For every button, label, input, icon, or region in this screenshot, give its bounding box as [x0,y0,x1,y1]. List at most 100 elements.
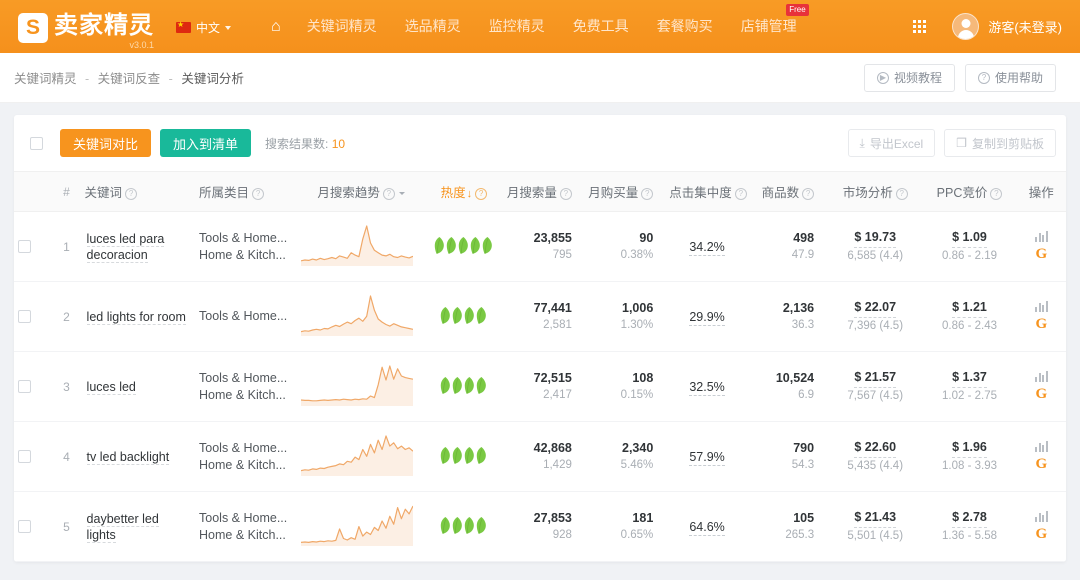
product-count-value: 498 [793,231,815,245]
bar-chart-icon[interactable] [1035,371,1048,382]
th-search-volume[interactable]: 月搜索量? [502,171,584,212]
google-g-icon[interactable]: G [1035,317,1047,332]
click-concentration-value[interactable]: 32.5% [689,379,725,396]
trend-sparkline[interactable] [300,504,414,546]
table-row[interactable]: 2 led lights for room Tools & Home... 77,44… [14,281,1066,352]
select-all-checkbox[interactable] [30,136,43,150]
row-checkbox[interactable] [18,240,31,253]
row-checkbox[interactable] [18,520,31,533]
keyword-compare-button[interactable]: 关键词对比 [60,129,152,157]
category-label[interactable]: Home & Kitch... [199,457,293,474]
th-market-analysis[interactable]: 市场分析? [828,171,923,212]
nav-item-3[interactable]: 免费工具 [559,0,643,53]
breadcrumb-item-1[interactable]: 关键词反查 [98,72,161,86]
ppc-value[interactable]: $ 1.96 [952,439,987,458]
brand-logo[interactable]: S 卖家精灵 v3.0.1 [18,11,154,50]
category-label[interactable]: Tools & Home... [199,370,293,387]
market-price-value[interactable]: $ 22.07 [854,299,897,318]
market-price-value[interactable]: $ 21.43 [854,509,897,528]
row-checkbox[interactable] [18,380,31,393]
table-row[interactable]: 3 luces led Tools & Home... Home & Kitch...… [14,351,1066,422]
google-g-icon[interactable]: G [1035,527,1047,542]
nav-item-4[interactable]: 套餐购买 [643,0,727,53]
ppc-range: 1.02 - 2.75 [942,390,997,402]
ppc-value[interactable]: $ 1.37 [952,369,987,388]
nav-item-2[interactable]: 监控精灵 [475,0,559,53]
help-icon[interactable]: ? [802,187,815,200]
ppc-value[interactable]: $ 2.78 [952,509,987,528]
market-price-value[interactable]: $ 22.60 [854,439,897,458]
trend-sparkline[interactable] [300,434,414,476]
category-label[interactable]: Home & Kitch... [199,247,293,264]
th-category[interactable]: 所属类目? [195,171,297,212]
help-icon[interactable]: ? [734,187,747,200]
help-icon[interactable]: ? [641,187,654,200]
google-g-icon[interactable]: G [1035,247,1047,262]
ppc-value[interactable]: $ 1.21 [952,299,987,318]
th-ppc-bid[interactable]: PPC竞价? [922,171,1017,212]
trend-sparkline[interactable] [300,294,413,336]
category-cell: Tools & Home... Home & Kitch... [195,491,297,562]
export-excel-button[interactable]: ⤓ 导出Excel [847,129,936,157]
keyword-link[interactable]: led lights for room [86,309,186,325]
video-tutorial-button[interactable]: ▶ 视频教程 [863,63,955,92]
nav-item-5[interactable]: 店铺管理 Free [727,0,811,53]
th-trend[interactable]: 月搜索趋势? [296,171,426,212]
help-button[interactable]: ? 使用帮助 [964,63,1056,92]
category-label[interactable]: Tools & Home... [199,440,293,457]
keyword-link[interactable]: tv led backlight [86,449,170,465]
table-row[interactable]: 5 daybetter led lights Tools & Home... Home… [14,491,1066,562]
category-label[interactable]: Home & Kitch... [199,387,293,404]
category-label[interactable]: Home & Kitch... [199,527,293,544]
ppc-value[interactable]: $ 1.09 [952,229,987,248]
table-row[interactable]: 1 luces led para decoracion Tools & Home..… [14,211,1066,282]
category-label[interactable]: Tools & Home... [199,308,293,325]
user-menu[interactable]: 游客(未登录) [952,13,1062,40]
heat-cell [425,351,503,422]
table-row[interactable]: 4 tv led backlight Tools & Home... Home & K… [14,421,1066,492]
bar-chart-icon[interactable] [1035,231,1048,242]
th-keyword[interactable]: 关键词? [82,171,196,212]
language-label: 中文 [196,21,221,35]
chevron-down-icon[interactable] [398,192,405,196]
add-to-list-button[interactable]: 加入到清单 [160,129,252,157]
breadcrumb-item-0[interactable]: 关键词精灵 [14,72,77,86]
help-icon[interactable]: ? [125,187,138,200]
bar-chart-icon[interactable] [1035,511,1048,522]
keyword-link[interactable]: luces led [86,379,136,395]
click-concentration-value[interactable]: 34.2% [689,239,725,256]
th-product-count[interactable]: 商品数? [748,171,829,212]
keyword-link[interactable]: daybetter led lights [86,511,159,543]
google-g-icon[interactable]: G [1035,457,1047,472]
click-concentration-value[interactable]: 29.9% [689,309,725,326]
nav-item-1[interactable]: 选品精灵 [391,0,475,53]
copy-clipboard-button[interactable]: ❒ 复制到剪贴板 [944,129,1056,157]
trend-sparkline[interactable] [300,224,414,266]
category-label[interactable]: Tools & Home... [199,230,293,247]
row-checkbox[interactable] [18,310,31,323]
th-click-concentration[interactable]: 点击集中度? [665,171,749,212]
category-label[interactable]: Tools & Home... [199,510,293,527]
help-icon[interactable]: ? [252,187,265,200]
help-icon[interactable]: ? [382,187,395,200]
bar-chart-icon[interactable] [1035,441,1048,452]
help-icon[interactable]: ? [559,187,572,200]
help-icon[interactable]: ? [475,187,488,200]
row-checkbox[interactable] [18,450,31,463]
th-heat[interactable]: 热度↓? [425,171,503,212]
language-selector[interactable]: 中文 [176,19,232,36]
trend-sparkline[interactable] [300,364,413,406]
keyword-link[interactable]: luces led para decoracion [86,231,165,263]
th-purchase-volume[interactable]: 月购买量? [583,171,666,212]
bar-chart-icon[interactable] [1035,301,1048,312]
google-g-icon[interactable]: G [1035,387,1047,402]
click-concentration-value[interactable]: 64.6% [689,519,725,536]
click-concentration-value[interactable]: 57.9% [689,449,725,466]
market-price-value[interactable]: $ 21.57 [854,369,897,388]
nav-home-icon[interactable]: ⌂ [259,0,293,53]
grid-apps-icon[interactable] [913,20,927,33]
help-icon[interactable]: ? [990,187,1003,200]
help-icon[interactable]: ? [895,187,908,200]
market-price-value[interactable]: $ 19.73 [854,229,897,248]
nav-item-0[interactable]: 关键词精灵 [293,0,391,53]
